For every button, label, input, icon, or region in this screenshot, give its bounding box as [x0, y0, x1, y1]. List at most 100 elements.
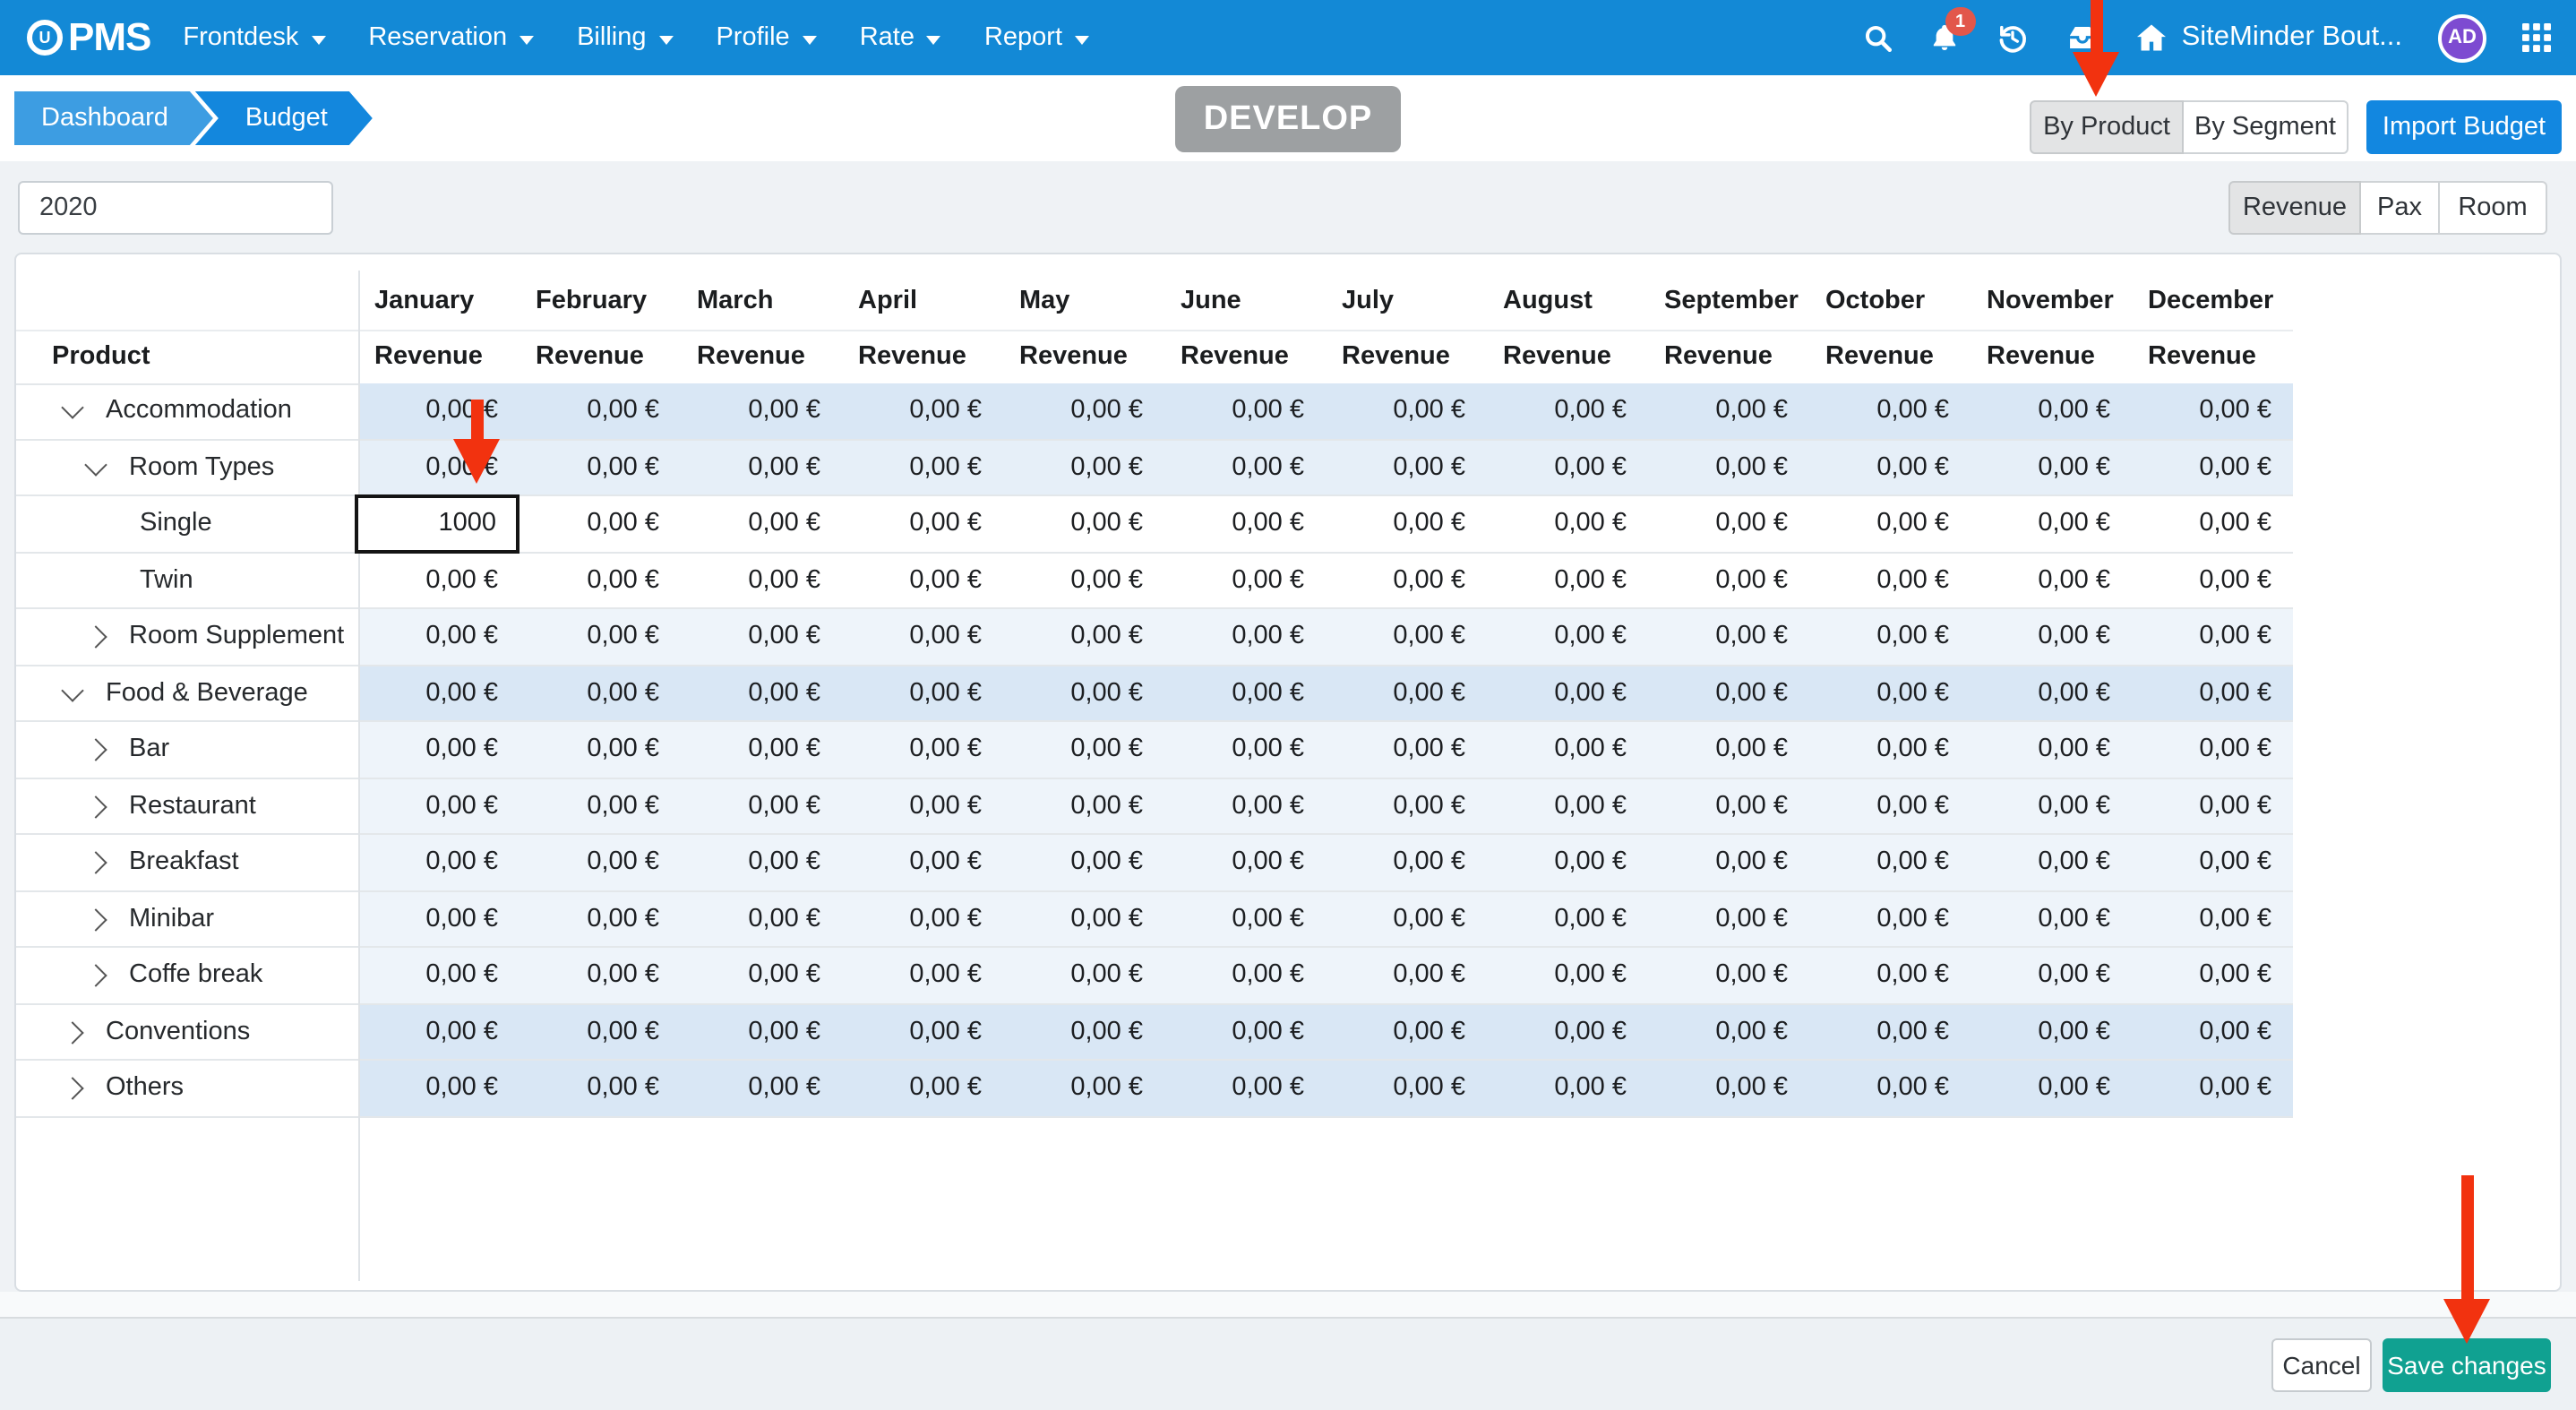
budget-cell[interactable]: 0,00 € — [842, 1004, 1003, 1059]
budget-cell[interactable]: 0,00 € — [519, 948, 681, 1002]
budget-cell[interactable]: 0,00 € — [681, 948, 842, 1002]
budget-cell[interactable]: 0,00 € — [1487, 722, 1648, 777]
tab-pax[interactable]: Pax — [2361, 181, 2440, 235]
budget-cell[interactable]: 0,00 € — [2132, 948, 2293, 1002]
budget-cell[interactable]: 0,00 € — [2132, 722, 2293, 777]
budget-cell[interactable]: 0,00 € — [681, 440, 842, 494]
budget-cell[interactable]: 0,00 € — [358, 1061, 519, 1115]
import-budget-button[interactable]: Import Budget — [2366, 100, 2562, 154]
chevron-right-icon[interactable] — [61, 1020, 83, 1043]
product-label-food-beverage[interactable]: Food & Beverage — [106, 666, 308, 720]
budget-cell[interactable]: 0,00 € — [2132, 778, 2293, 833]
budget-cell[interactable]: 0,00 € — [519, 496, 681, 551]
budget-cell[interactable]: 0,00 € — [1648, 666, 1809, 720]
budget-cell[interactable]: 0,00 € — [1487, 666, 1648, 720]
budget-cell[interactable]: 0,00 € — [1971, 722, 2132, 777]
budget-cell[interactable]: 0,00 € — [1003, 1061, 1164, 1115]
budget-cell[interactable]: 0,00 € — [1003, 383, 1164, 438]
budget-cell[interactable]: 0,00 € — [2132, 835, 2293, 890]
budget-cell[interactable]: 0,00 € — [1164, 666, 1326, 720]
user-avatar[interactable]: AD — [2438, 13, 2486, 62]
budget-cell[interactable]: 0,00 € — [1971, 891, 2132, 946]
history-icon[interactable] — [1996, 21, 2030, 55]
budget-cell[interactable]: 0,00 € — [1487, 496, 1648, 551]
budget-cell[interactable]: 0,00 € — [1003, 553, 1164, 607]
budget-cell[interactable]: 0,00 € — [842, 891, 1003, 946]
budget-cell[interactable]: 0,00 € — [1809, 440, 1971, 494]
budget-cell[interactable]: 0,00 € — [1648, 835, 1809, 890]
budget-cell[interactable]: 0,00 € — [1971, 496, 2132, 551]
budget-cell-editing[interactable]: 1000 — [355, 494, 519, 553]
budget-cell[interactable]: 0,00 € — [1971, 1061, 2132, 1115]
budget-cell[interactable]: 0,00 € — [842, 1061, 1003, 1115]
pms-logo[interactable]: U PMS — [27, 14, 150, 61]
budget-cell[interactable]: 0,00 € — [1003, 778, 1164, 833]
budget-cell[interactable]: 0,00 € — [1809, 1061, 1971, 1115]
tab-revenue[interactable]: Revenue — [2228, 181, 2361, 235]
budget-cell[interactable]: 0,00 € — [1971, 778, 2132, 833]
budget-cell[interactable]: 0,00 € — [1809, 1004, 1971, 1059]
budget-cell[interactable]: 0,00 € — [519, 553, 681, 607]
save-changes-button[interactable]: Save changes — [2383, 1338, 2551, 1392]
menu-profile[interactable]: Profile — [694, 0, 837, 75]
budget-cell[interactable]: 0,00 € — [519, 666, 681, 720]
budget-cell[interactable]: 0,00 € — [358, 1004, 519, 1059]
budget-cell[interactable]: 0,00 € — [1809, 496, 1971, 551]
budget-cell[interactable]: 0,00 € — [1326, 440, 1487, 494]
product-label-breakfast[interactable]: Breakfast — [129, 835, 239, 890]
budget-cell[interactable]: 0,00 € — [1971, 383, 2132, 438]
budget-cell[interactable]: 0,00 € — [1164, 891, 1326, 946]
budget-cell[interactable]: 0,00 € — [358, 722, 519, 777]
budget-cell[interactable]: 0,00 € — [1164, 383, 1326, 438]
budget-cell[interactable]: 0,00 € — [519, 383, 681, 438]
budget-cell[interactable]: 0,00 € — [519, 1061, 681, 1115]
budget-cell[interactable]: 0,00 € — [1326, 948, 1487, 1002]
budget-cell[interactable]: 0,00 € — [519, 835, 681, 890]
budget-cell[interactable]: 0,00 € — [1326, 666, 1487, 720]
budget-cell[interactable]: 0,00 € — [2132, 553, 2293, 607]
budget-cell[interactable]: 0,00 € — [1487, 440, 1648, 494]
menu-billing[interactable]: Billing — [555, 0, 694, 75]
budget-cell[interactable]: 0,00 € — [1164, 1004, 1326, 1059]
budget-cell[interactable]: 0,00 € — [1487, 948, 1648, 1002]
menu-reservation[interactable]: Reservation — [347, 0, 555, 75]
budget-cell[interactable]: 0,00 € — [842, 835, 1003, 890]
budget-cell[interactable]: 0,00 € — [358, 666, 519, 720]
budget-cell[interactable]: 0,00 € — [1326, 553, 1487, 607]
menu-report[interactable]: Report — [963, 0, 1111, 75]
budget-cell[interactable]: 0,00 € — [519, 722, 681, 777]
budget-cell[interactable]: 0,00 € — [1487, 835, 1648, 890]
budget-cell[interactable]: 0,00 € — [842, 383, 1003, 438]
budget-cell[interactable]: 0,00 € — [2132, 609, 2293, 664]
chevron-down-icon[interactable] — [61, 678, 83, 701]
budget-cell[interactable]: 0,00 € — [1648, 891, 1809, 946]
chevron-right-icon[interactable] — [61, 1077, 83, 1099]
budget-cell[interactable]: 0,00 € — [2132, 666, 2293, 720]
budget-cell[interactable]: 0,00 € — [519, 778, 681, 833]
budget-cell[interactable]: 0,00 € — [1003, 891, 1164, 946]
chevron-down-icon[interactable] — [84, 452, 107, 475]
budget-cell[interactable]: 0,00 € — [1971, 948, 2132, 1002]
budget-cell[interactable]: 0,00 € — [1326, 1061, 1487, 1115]
budget-cell[interactable]: 0,00 € — [1971, 553, 2132, 607]
budget-cell[interactable]: 0,00 € — [1648, 722, 1809, 777]
budget-cell[interactable]: 0,00 € — [1326, 778, 1487, 833]
budget-cell[interactable]: 0,00 € — [1809, 722, 1971, 777]
budget-cell[interactable]: 0,00 € — [1487, 1004, 1648, 1059]
budget-cell[interactable]: 0,00 € — [1164, 948, 1326, 1002]
budget-cell[interactable]: 0,00 € — [842, 948, 1003, 1002]
budget-cell[interactable]: 0,00 € — [2132, 496, 2293, 551]
budget-cell[interactable]: 0,00 € — [842, 722, 1003, 777]
budget-cell[interactable]: 0,00 € — [1003, 666, 1164, 720]
budget-cell[interactable]: 0,00 € — [681, 496, 842, 551]
budget-cell[interactable]: 0,00 € — [358, 948, 519, 1002]
breadcrumb-dashboard[interactable]: Dashboard — [14, 91, 213, 145]
by-product-button[interactable]: By Product — [2030, 100, 2184, 154]
budget-cell[interactable]: 0,00 € — [1003, 948, 1164, 1002]
budget-cell[interactable]: 0,00 € — [1809, 948, 1971, 1002]
chevron-right-icon[interactable] — [84, 625, 107, 648]
product-label-bar[interactable]: Bar — [129, 722, 169, 777]
budget-cell[interactable]: 0,00 € — [1164, 722, 1326, 777]
budget-cell[interactable]: 0,00 € — [1003, 722, 1164, 777]
menu-frontdesk[interactable]: Frontdesk — [161, 0, 347, 75]
